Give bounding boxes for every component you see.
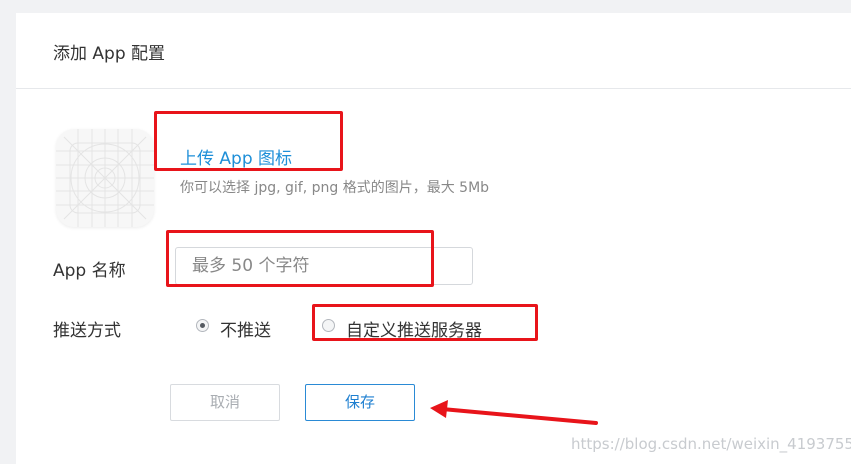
annotation-box-upload [154,111,343,171]
annotation-box-custom-push [312,304,538,341]
app-icon-placeholder [56,129,154,227]
cancel-button[interactable]: 取消 [170,384,280,421]
radio-no-push-label: 不推送 [220,321,271,341]
annotation-arrow-icon [430,400,598,425]
panel-header: 添加 App 配置 [16,13,851,89]
annotation-box-app-name [166,230,434,287]
push-method-label: 推送方式 [53,321,121,341]
watermark: https://blog.csdn.net/weixin_41937552 [571,435,851,453]
app-name-label: App 名称 [53,261,126,281]
save-button[interactable]: 保存 [305,384,415,421]
page-title: 添加 App 配置 [53,44,166,64]
upload-hint: 你可以选择 jpg, gif, png 格式的图片，最大 5Mb [180,180,490,196]
app-icon-grid-icon [56,129,154,227]
radio-checked-icon [196,319,209,332]
config-panel: 添加 App 配置 上传 App 图标 你可以选择 jpg, gif, png … [16,13,851,464]
